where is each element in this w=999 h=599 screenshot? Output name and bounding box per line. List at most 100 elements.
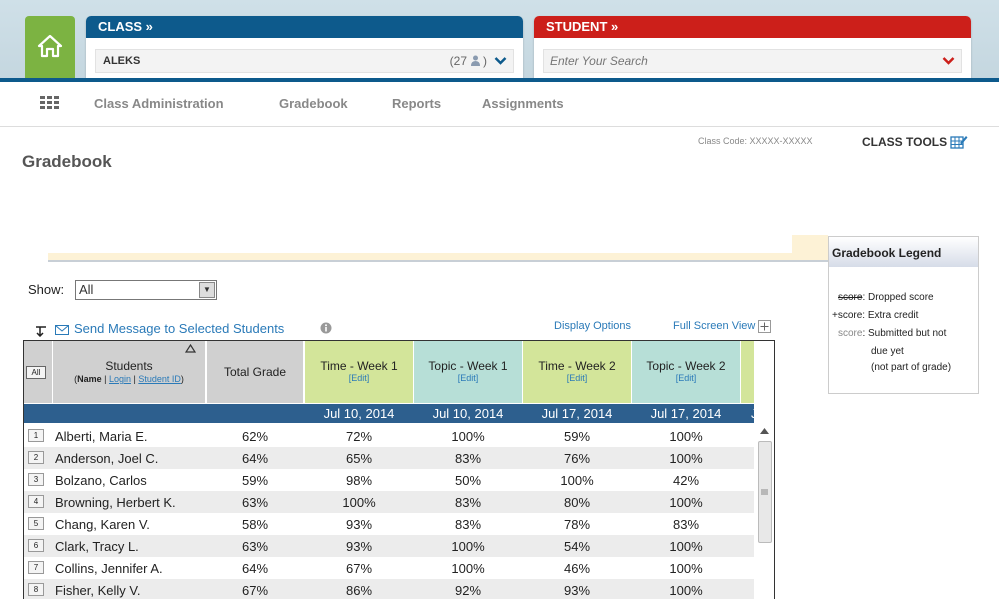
score-cell[interactable]: 50% <box>414 473 522 488</box>
score-cell[interactable]: 83% <box>632 517 740 532</box>
score-cell[interactable]: 93% <box>523 583 631 598</box>
row-select-button[interactable]: 1 <box>28 429 44 442</box>
student-name[interactable]: Bolzano, Carlos <box>55 473 147 488</box>
student-name[interactable]: Fisher, Kelly V. <box>55 583 141 598</box>
table-row: 8 Fisher, Kelly V. 67% 86% 92% 93% 100% <box>24 579 754 599</box>
chevron-down-icon[interactable] <box>494 56 507 66</box>
score-cell[interactable]: 100% <box>632 583 740 598</box>
row-select-button[interactable]: 5 <box>28 517 44 530</box>
table-row: 4 Browning, Herbert K. 63% 100% 83% 80% 100% <box>24 491 754 513</box>
score-cell[interactable]: 72% <box>305 429 413 444</box>
home-button[interactable] <box>25 16 75 80</box>
score-cell[interactable]: 83% <box>414 451 522 466</box>
score-cell[interactable]: 92% <box>414 583 522 598</box>
total-grade: 64% <box>241 561 269 576</box>
edit-link[interactable]: [Edit] <box>632 373 740 383</box>
edit-link[interactable]: [Edit] <box>305 373 413 383</box>
score-cell[interactable]: 100% <box>632 561 740 576</box>
nav-assignments[interactable]: Assignments <box>482 96 564 111</box>
score-cell[interactable]: 100% <box>632 495 740 510</box>
column-title: Topic - Week 1 <box>428 359 508 373</box>
row-select-button[interactable]: 7 <box>28 561 44 574</box>
full-screen-view-link[interactable]: Full Screen View <box>673 320 755 332</box>
student-name[interactable]: Alberti, Maria E. <box>55 429 147 444</box>
row-select-button[interactable]: 6 <box>28 539 44 552</box>
column-header-topic-week-2[interactable]: Topic - Week 2 [Edit] <box>632 341 740 403</box>
student-name[interactable]: Anderson, Joel C. <box>55 451 158 466</box>
class-panel: CLASS » ALEKS (27 ) <box>86 16 523 78</box>
score-cell[interactable]: 86% <box>305 583 413 598</box>
class-name: ALEKS <box>103 55 141 67</box>
nav-gradebook[interactable]: Gradebook <box>279 96 348 111</box>
select-all-button[interactable]: All <box>26 366 46 379</box>
nav-reports[interactable]: Reports <box>392 96 441 111</box>
score-cell[interactable]: 42% <box>632 473 740 488</box>
score-cell[interactable]: 93% <box>305 517 413 532</box>
sort-by-name[interactable]: Name <box>77 374 102 384</box>
score-cell[interactable]: 93% <box>305 539 413 554</box>
nav-class-administration[interactable]: Class Administration <box>94 96 224 111</box>
legend-submitted-line3: (not part of grade) <box>871 362 952 373</box>
sort-by-student-id[interactable]: Student ID <box>138 374 181 384</box>
row-select-button[interactable]: 2 <box>28 451 44 464</box>
display-options-link[interactable]: Display Options <box>554 320 631 332</box>
class-tools-label: CLASS TOOLS <box>862 135 948 149</box>
dropped-score-label: : Dropped score <box>862 292 934 303</box>
student-search-input[interactable] <box>548 52 932 70</box>
score-cell[interactable]: 100% <box>414 561 522 576</box>
score-cell[interactable]: 100% <box>523 473 631 488</box>
sort-ascending-icon[interactable] <box>185 344 196 353</box>
score-cell[interactable]: 100% <box>414 539 522 554</box>
score-cell[interactable]: 100% <box>632 429 740 444</box>
row-select-button[interactable]: 4 <box>28 495 44 508</box>
submitted-score-label: : Submitted but not <box>862 328 947 339</box>
student-name[interactable]: Clark, Tracy L. <box>55 539 139 554</box>
total-grade-header[interactable]: Total Grade <box>207 341 303 403</box>
score-cell[interactable]: 83% <box>414 517 522 532</box>
show-filter-value: All <box>79 282 94 297</box>
column-header-topic-week-1[interactable]: Topic - Week 1 [Edit] <box>414 341 522 403</box>
score-cell[interactable]: 98% <box>305 473 413 488</box>
table-scrollbar[interactable] <box>757 423 772 599</box>
score-cell[interactable]: 76% <box>523 451 631 466</box>
score-cell[interactable]: 100% <box>632 539 740 554</box>
row-select-button[interactable]: 3 <box>28 473 44 486</box>
scroll-up-icon[interactable] <box>760 428 769 434</box>
total-grade: 64% <box>241 451 269 466</box>
student-name[interactable]: Browning, Herbert K. <box>55 495 176 510</box>
score-cell[interactable]: 65% <box>305 451 413 466</box>
score-cell[interactable]: 100% <box>414 429 522 444</box>
total-grade: 63% <box>241 539 269 554</box>
info-icon[interactable] <box>320 322 332 334</box>
class-code: Class Code: XXXXX-XXXXX <box>698 136 813 146</box>
row-select-button[interactable]: 8 <box>28 583 44 596</box>
edit-link[interactable]: [Edit] <box>523 373 631 383</box>
score-cell[interactable]: 83% <box>414 495 522 510</box>
apps-grid-icon[interactable] <box>40 96 60 110</box>
sort-by-login[interactable]: Login <box>109 374 131 384</box>
column-header-time-week-2[interactable]: Time - Week 2 [Edit] <box>523 341 631 403</box>
class-panel-title: CLASS » <box>86 16 523 38</box>
edit-link[interactable]: [Edit] <box>414 373 522 383</box>
class-tools-button[interactable]: CLASS TOOLS <box>862 134 968 149</box>
score-cell[interactable]: 59% <box>523 429 631 444</box>
column-date-partial: J <box>751 406 758 421</box>
chevron-down-icon[interactable] <box>942 56 955 66</box>
show-filter-select[interactable]: All ▼ <box>75 280 217 300</box>
table-row: 6 Clark, Tracy L. 63% 93% 100% 54% 100% <box>24 535 754 557</box>
score-cell[interactable]: 80% <box>523 495 631 510</box>
score-cell[interactable]: 78% <box>523 517 631 532</box>
score-cell[interactable]: 67% <box>305 561 413 576</box>
column-header-time-week-1[interactable]: Time - Week 1 [Edit] <box>305 341 413 403</box>
expand-icon[interactable] <box>758 320 771 333</box>
show-label: Show: <box>28 282 65 297</box>
send-message-link[interactable]: Send Message to Selected Students <box>74 321 284 336</box>
class-selector[interactable]: ALEKS (27 ) <box>95 49 514 73</box>
score-cell[interactable]: 100% <box>305 495 413 510</box>
score-cell[interactable]: 46% <box>523 561 631 576</box>
score-cell[interactable]: 100% <box>632 451 740 466</box>
score-cell[interactable]: 54% <box>523 539 631 554</box>
student-name[interactable]: Collins, Jennifer A. <box>55 561 163 576</box>
student-name[interactable]: Chang, Karen V. <box>55 517 150 532</box>
home-icon <box>37 34 63 58</box>
